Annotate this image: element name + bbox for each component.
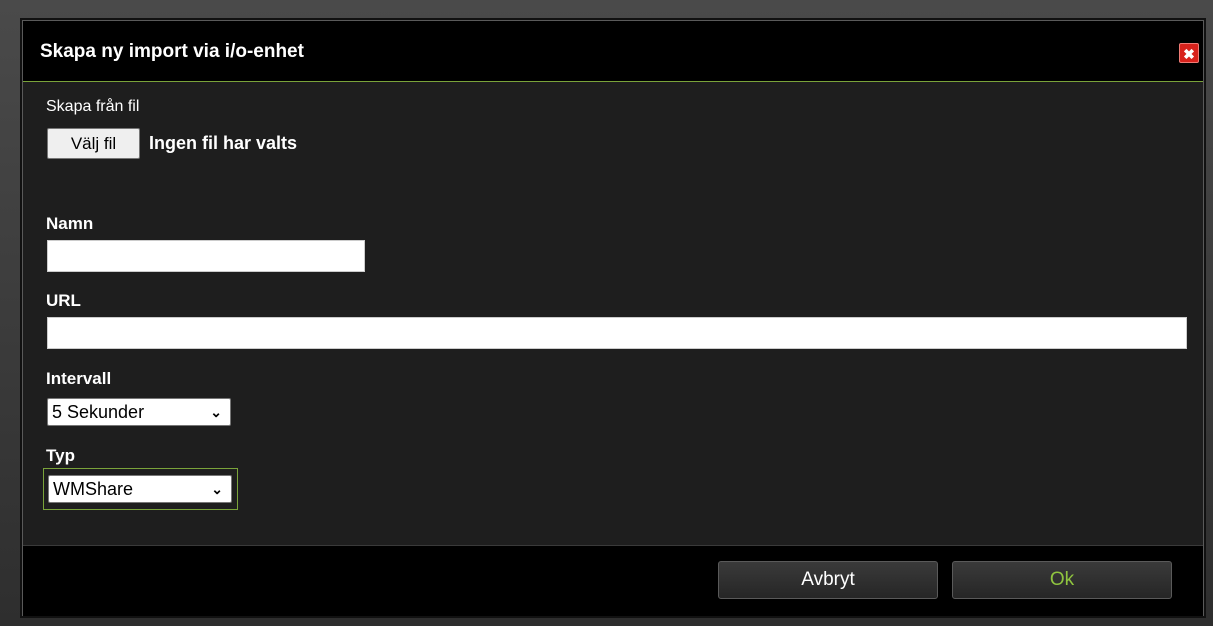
chevron-down-icon: ⌄ xyxy=(210,404,222,420)
name-label: Namn xyxy=(46,214,94,233)
interval-label: Intervall xyxy=(46,369,112,388)
name-input[interactable] xyxy=(47,240,365,272)
dialog-footer: Avbryt Ok xyxy=(23,545,1203,616)
interval-select-value: 5 Sekunder xyxy=(52,402,145,422)
url-input[interactable] xyxy=(47,317,1187,349)
cancel-button[interactable]: Avbryt xyxy=(718,561,938,599)
choose-file-button[interactable]: Välj fil xyxy=(47,128,140,159)
close-button[interactable]: ✖ xyxy=(1179,43,1199,63)
type-label: Typ xyxy=(46,446,75,465)
dialog-titlebar: Skapa ny import via i/o-enhet ✖ xyxy=(23,21,1203,82)
chevron-down-icon: ⌄ xyxy=(211,481,223,497)
interval-select[interactable]: 5 Sekunder ⌄ xyxy=(47,398,231,426)
file-section-label: Skapa från fil xyxy=(46,98,140,115)
file-status-text: Ingen fil har valts xyxy=(149,133,298,153)
type-select[interactable]: WMShare ⌄ xyxy=(48,475,232,503)
import-dialog: Skapa ny import via i/o-enhet ✖ Skapa fr… xyxy=(22,20,1204,616)
url-label: URL xyxy=(46,291,81,310)
close-icon: ✖ xyxy=(1183,46,1195,62)
type-select-value: WMShare xyxy=(53,479,134,499)
dialog-title: Skapa ny import via i/o-enhet xyxy=(40,41,304,62)
ok-button[interactable]: Ok xyxy=(952,561,1172,599)
